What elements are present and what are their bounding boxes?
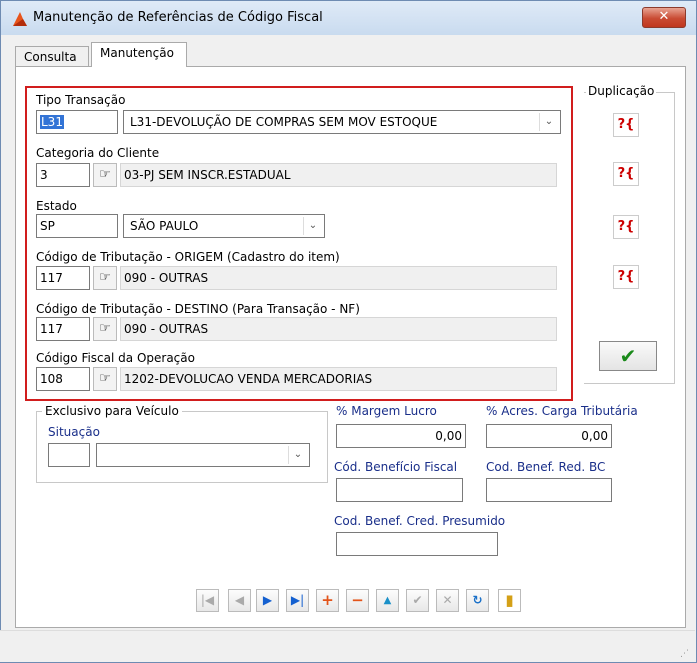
tab-manutencao[interactable]: Manutenção (91, 42, 187, 67)
nav-exit-door-icon[interactable]: ▮ (498, 589, 521, 612)
categoria-cliente-code-input[interactable]: 3 (36, 163, 90, 187)
window-title: Manutenção de Referências de Código Fisc… (33, 10, 323, 25)
nav-last-button[interactable]: ▶| (286, 589, 309, 612)
trib-origem-description: 090 - OUTRAS (120, 266, 557, 290)
nav-delete-button[interactable]: − (346, 589, 369, 612)
cod-benef-cred-presumido-input[interactable] (336, 532, 498, 556)
chevron-down-icon: ⌄ (303, 217, 322, 235)
resize-grip-icon[interactable]: ⋰ (680, 649, 689, 659)
cod-benef-cred-presumido-label: Cod. Benef. Cred. Presumido (334, 514, 506, 528)
tipo-transacao-code-text: L31 (40, 115, 64, 129)
nav-next-button[interactable]: ▶ (256, 589, 279, 612)
codigo-fiscal-code-input[interactable]: 108 (36, 367, 90, 391)
chevron-down-icon: ⌄ (539, 113, 558, 131)
nav-refresh-button[interactable]: ↻ (466, 589, 489, 612)
situacao-label: Situação (48, 425, 100, 439)
title-bar: Manutenção de Referências de Código Fisc… (1, 1, 696, 35)
situacao-select[interactable]: ⌄ (96, 443, 310, 467)
cod-beneficio-fiscal-input[interactable] (336, 478, 463, 502)
veiculo-group-title: Exclusivo para Veículo (42, 404, 182, 418)
duplicate-categoria-button[interactable]: ?{ (613, 162, 639, 186)
nav-prior-button[interactable]: ◀ (228, 589, 251, 612)
trib-destino-description: 090 - OUTRAS (120, 317, 557, 341)
trib-destino-label: Código de Tributação - DESTINO (Para Tra… (36, 302, 360, 316)
codigo-fiscal-label: Código Fiscal da Operação (36, 351, 195, 365)
tipo-transacao-select[interactable]: L31-DEVOLUÇÃO DE COMPRAS SEM MOV ESTOQUE… (123, 110, 561, 134)
tipo-transacao-label: Tipo Transação (36, 93, 126, 107)
nav-insert-button[interactable]: + (316, 589, 339, 612)
lookup-hand-icon[interactable]: ☞ (93, 317, 117, 341)
confirm-checkmark-button[interactable]: ✔ (599, 341, 657, 371)
estado-select-value: SÃO PAULO (130, 219, 199, 233)
cod-beneficio-fiscal-label: Cód. Benefício Fiscal (334, 460, 458, 474)
nav-cancel-button[interactable]: ✕ (436, 589, 459, 612)
duplicate-trib-origem-button[interactable]: ?{ (613, 265, 639, 289)
situacao-code-input[interactable] (48, 443, 90, 467)
cod-benef-red-bc-input[interactable] (486, 478, 612, 502)
status-bar: ⋰ (0, 630, 695, 662)
lookup-hand-icon[interactable]: ☞ (93, 163, 117, 187)
nav-first-button[interactable]: |◀ (196, 589, 219, 612)
tipo-transacao-code-input[interactable]: L31 (36, 110, 118, 134)
margem-lucro-label: % Margem Lucro (336, 404, 437, 418)
lookup-hand-icon[interactable]: ☞ (93, 367, 117, 391)
app-logo-icon (13, 12, 27, 26)
tab-consulta[interactable]: Consulta (15, 46, 89, 67)
acres-carga-label: % Acres. Carga Tributária (486, 404, 638, 418)
margem-lucro-input[interactable]: 0,00 (336, 424, 466, 448)
trib-destino-code-input[interactable]: 117 (36, 317, 90, 341)
lookup-hand-icon[interactable]: ☞ (93, 266, 117, 290)
tipo-transacao-select-value: L31-DEVOLUÇÃO DE COMPRAS SEM MOV ESTOQUE (130, 115, 438, 129)
duplicate-tipo-transacao-button[interactable]: ?{ (613, 113, 639, 137)
codigo-fiscal-description: 1202-DEVOLUCAO VENDA MERCADORIAS (120, 367, 557, 391)
trib-origem-label: Código de Tributação - ORIGEM (Cadastro … (36, 250, 340, 264)
chevron-down-icon: ⌄ (288, 446, 307, 464)
estado-code-input[interactable]: SP (36, 214, 118, 238)
duplicate-estado-button[interactable]: ?{ (613, 215, 639, 239)
close-button[interactable]: ✕ (642, 7, 686, 28)
nav-edit-button[interactable]: ▲ (376, 589, 399, 612)
estado-select[interactable]: SÃO PAULO ⌄ (123, 214, 325, 238)
cod-benef-red-bc-label: Cod. Benef. Red. BC (486, 460, 606, 474)
nav-post-button[interactable]: ✔ (406, 589, 429, 612)
trib-origem-code-input[interactable]: 117 (36, 266, 90, 290)
acres-carga-input[interactable]: 0,00 (486, 424, 612, 448)
duplicacao-label: Duplicação (586, 84, 657, 98)
estado-label: Estado (36, 199, 77, 213)
categoria-cliente-description: 03-PJ SEM INSCR.ESTADUAL (120, 163, 557, 187)
categoria-cliente-label: Categoria do Cliente (36, 146, 160, 160)
